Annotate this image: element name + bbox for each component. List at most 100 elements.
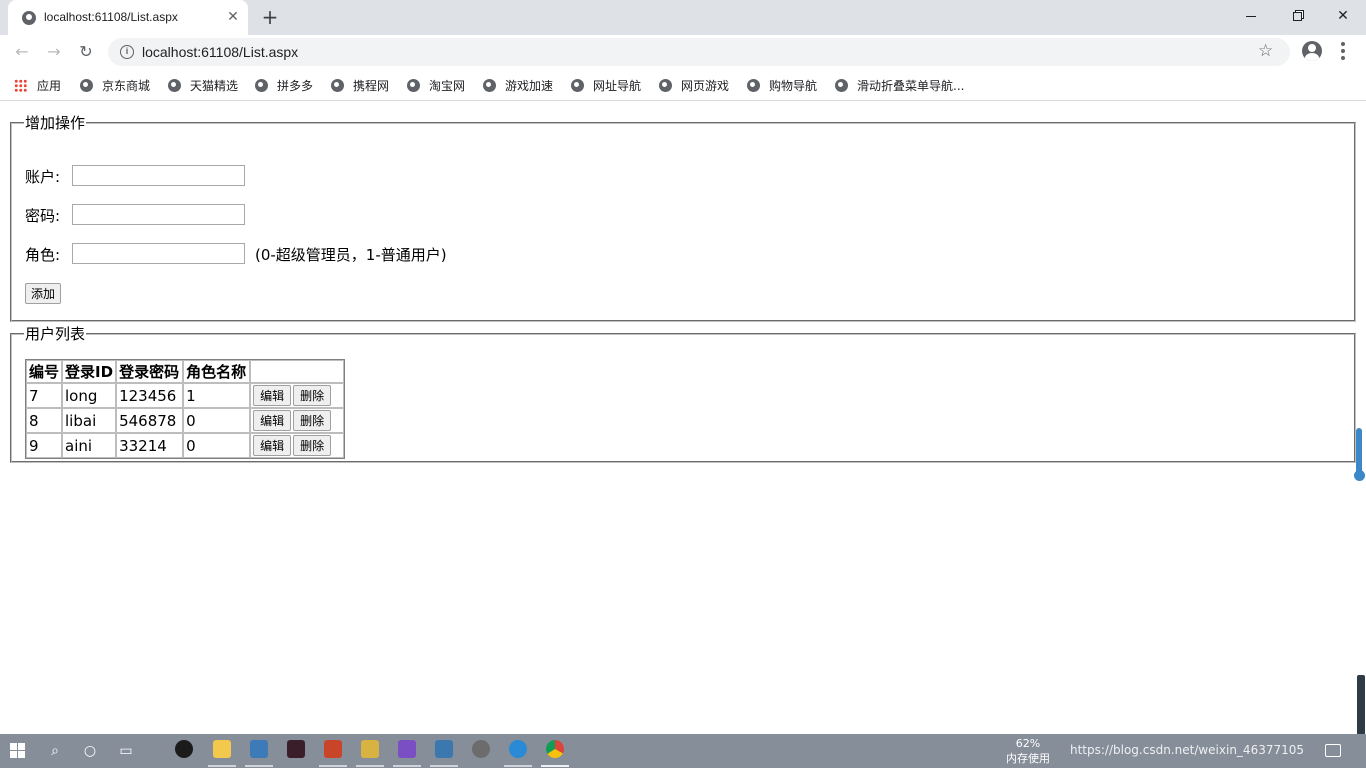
bookmark-star-icon[interactable]: ☆	[1258, 41, 1273, 61]
visual-studio-icon[interactable]	[398, 740, 416, 758]
column-header-role: 角色名称	[183, 360, 251, 383]
task-view-icon[interactable]: ▭	[112, 739, 140, 763]
delete-button[interactable]: 删除	[293, 410, 332, 431]
role-row: 角色: (0-超级管理员，1-普通用户)	[25, 243, 447, 265]
bookmark-item[interactable]: 携程网	[331, 77, 389, 93]
bookmark-item[interactable]: 淘宝网	[407, 77, 465, 93]
tab-strip: localhost:61108/List.aspx ✕ + ✕	[0, 0, 1366, 35]
cell-actions: 编辑 删除	[250, 433, 345, 458]
reload-button[interactable]: ↻	[74, 40, 98, 64]
menu-icon[interactable]	[1338, 41, 1348, 61]
back-button[interactable]: ←	[10, 40, 34, 64]
role-input[interactable]	[72, 243, 245, 264]
edit-button[interactable]: 编辑	[253, 385, 292, 406]
bookmark-item[interactable]: 拼多多	[255, 77, 313, 93]
bookmarks-bar: 应用 京东商城 天猫精选 拼多多 携程网 淘宝网 游戏加速 网址导航 网页游戏 …	[0, 69, 1366, 101]
delete-button[interactable]: 删除	[293, 435, 332, 456]
windows-start-icon[interactable]	[10, 743, 26, 759]
globe-icon	[835, 79, 848, 92]
edge-browser-icon[interactable]	[509, 740, 527, 758]
python-app-icon[interactable]	[250, 740, 268, 758]
cortana-icon[interactable]: ○	[76, 739, 104, 763]
bookmark-item[interactable]: 京东商城	[80, 77, 150, 93]
cell-password: 33214	[116, 433, 184, 458]
forward-button[interactable]: →	[42, 40, 66, 64]
info-icon[interactable]: i	[120, 45, 134, 59]
close-window-button[interactable]: ✕	[1320, 3, 1366, 31]
qq-app-icon[interactable]	[175, 740, 193, 758]
restore-button[interactable]	[1274, 3, 1320, 31]
disk-app-icon[interactable]	[472, 740, 490, 758]
cell-id: 8	[26, 408, 63, 433]
bookmark-item[interactable]: 天猫精选	[168, 77, 238, 93]
add-button[interactable]: 添加	[25, 283, 62, 304]
account-row: 账户:	[25, 165, 245, 187]
globe-icon	[331, 79, 344, 92]
password-input[interactable]	[72, 204, 245, 225]
bookmark-item[interactable]: 游戏加速	[483, 77, 553, 93]
delete-button[interactable]: 删除	[293, 385, 332, 406]
memory-usage[interactable]: 62% 内存使用	[1004, 736, 1052, 766]
new-tab-button[interactable]: +	[259, 6, 281, 28]
address-bar[interactable]: i localhost:61108/List.aspx ☆	[108, 38, 1290, 66]
memory-label: 内存使用	[1006, 752, 1050, 765]
bookmark-item[interactable]: 滑动折叠菜单导航...	[835, 77, 964, 93]
apps-grid-icon	[14, 79, 27, 92]
page-content: 增加操作 账户: 密码: 角色: (0-超级管理员，1-普通用户) 添加 用户列…	[0, 102, 1366, 735]
list-section-legend: 用户列表	[25, 325, 86, 343]
profile-icon[interactable]	[1302, 41, 1322, 61]
cell-login: libai	[62, 408, 117, 433]
paint-app-icon[interactable]	[361, 740, 379, 758]
column-header-login: 登录ID	[62, 360, 117, 383]
minimize-button[interactable]	[1228, 3, 1274, 31]
memory-percent: 62%	[1015, 737, 1041, 750]
bookmark-item[interactable]: 购物导航	[747, 77, 817, 93]
globe-icon	[168, 79, 181, 92]
cell-id: 9	[26, 433, 63, 458]
browser-toolbar: ← → ↻ i localhost:61108/List.aspx ☆	[0, 35, 1366, 69]
bookmark-item[interactable]: 网页游戏	[659, 77, 729, 93]
file-explorer-icon[interactable]	[213, 740, 231, 758]
globe-icon	[483, 79, 496, 92]
side-scroll-handle[interactable]	[1354, 470, 1365, 481]
close-tab-icon[interactable]: ✕	[224, 8, 242, 26]
tab-active[interactable]: localhost:61108/List.aspx ✕	[8, 0, 248, 35]
side-panel-handle[interactable]	[1357, 675, 1365, 735]
cell-password: 123456	[116, 383, 184, 408]
side-scroll-thumb[interactable]	[1356, 428, 1362, 476]
app-running-indicator	[319, 765, 347, 767]
cell-password: 546878	[116, 408, 184, 433]
video-player-icon[interactable]	[287, 740, 305, 758]
role-hint: (0-超级管理员，1-普通用户)	[255, 246, 447, 264]
app-running-indicator	[430, 765, 458, 767]
powerpoint-icon[interactable]	[324, 740, 342, 758]
search-icon[interactable]: ⌕	[41, 739, 69, 763]
password-label: 密码:	[25, 207, 61, 225]
edit-button[interactable]: 编辑	[253, 410, 292, 431]
tab-title: localhost:61108/List.aspx	[44, 10, 178, 24]
edit-button[interactable]: 编辑	[253, 435, 292, 456]
bookmark-apps[interactable]: 应用	[14, 77, 61, 93]
notification-icon[interactable]	[1325, 744, 1341, 757]
password-row: 密码:	[25, 204, 245, 226]
users-table: 编号 登录ID 登录密码 角色名称 7 long 123456 1 编辑删除	[25, 359, 346, 459]
globe-icon	[571, 79, 584, 92]
cell-role: 0	[183, 408, 251, 433]
url-text[interactable]: localhost:61108/List.aspx	[142, 44, 298, 60]
globe-icon	[407, 79, 420, 92]
cell-role: 0	[183, 433, 251, 458]
table-header-row: 编号 登录ID 登录密码 角色名称	[26, 360, 345, 383]
cell-actions: 编辑 删除	[250, 408, 345, 433]
cell-actions: 编辑 删除	[250, 383, 345, 408]
window-app-icon[interactable]	[435, 740, 453, 758]
account-input[interactable]	[72, 165, 245, 186]
cell-role: 1	[183, 383, 251, 408]
table-row: 8 libai 546878 0 编辑 删除	[26, 408, 345, 433]
globe-icon	[255, 79, 268, 92]
account-label: 账户:	[25, 168, 61, 186]
chrome-icon[interactable]	[546, 740, 564, 758]
watermark-text: https://blog.csdn.net/weixin_46377105	[1070, 743, 1305, 757]
add-user-fieldset: 增加操作 账户: 密码: 角色: (0-超级管理员，1-普通用户) 添加	[10, 112, 1356, 322]
globe-icon	[659, 79, 672, 92]
bookmark-item[interactable]: 网址导航	[571, 77, 641, 93]
